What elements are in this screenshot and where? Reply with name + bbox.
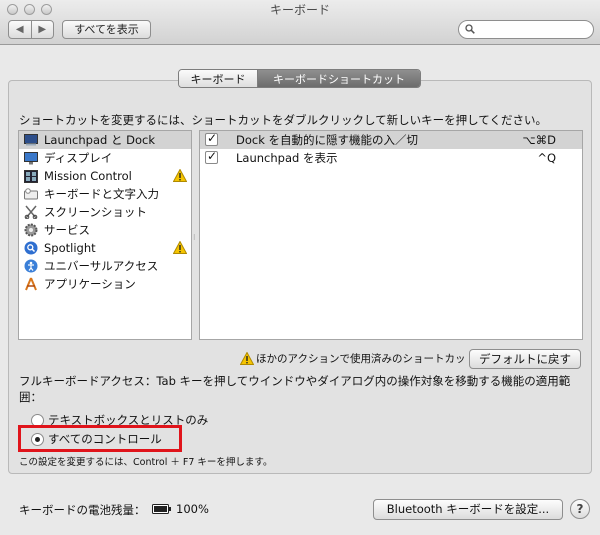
tab-bar: キーボード キーボードショートカット [178,69,421,88]
instruction-text: ショートカットを変更するには、ショートカットをダブルクリックして新しいキーを押し… [19,113,547,127]
shortcut-key[interactable]: ^Q [537,151,556,165]
shortcut-key[interactable]: ⌥⌘D [522,133,556,147]
battery-icon [152,504,171,514]
category-label: Spotlight [44,241,96,255]
search-icon [465,24,475,34]
window-title: キーボード [269,3,330,17]
category-label: ディスプレイ [44,151,113,165]
category-label: Mission Control [44,169,132,183]
category-services[interactable]: サービス [19,221,191,239]
display-icon [24,151,38,165]
category-keyboard-input[interactable]: キーボードと文字入力 [19,185,191,203]
applications-icon [24,277,38,291]
back-forward-group: ◀ ▶ [8,20,54,39]
category-label: サービス [44,223,90,237]
category-screenshot[interactable]: スクリーンショット [19,203,191,221]
splitter-handle[interactable]: ⁝ [193,233,196,242]
forward-button[interactable]: ▶ [30,21,54,38]
conflict-note-text: ほかのアクションで使用済みのショートカット [256,353,476,365]
mission-control-icon [24,169,38,183]
highlight-annotation-box [18,425,182,452]
category-applications[interactable]: アプリケーション [19,275,191,293]
category-label: スクリーンショット [44,205,147,219]
category-display[interactable]: ディスプレイ [19,149,191,167]
universal-access-icon [24,259,38,273]
battery-level: 100% [176,502,209,516]
keyboard-icon [24,187,38,201]
forward-arrow-icon: ▶ [38,24,47,35]
tab-keyboard-shortcuts[interactable]: キーボードショートカット [258,70,420,87]
warning-icon [240,352,254,365]
shortcut-list: Dock を自動的に隠す機能の入／切 ⌥⌘D Launchpad を表示 ^Q [199,130,583,340]
shortcut-label: Launchpad を表示 [236,151,338,165]
shortcut-row[interactable]: Dock を自動的に隠す機能の入／切 ⌥⌘D [200,131,582,149]
warning-icon [173,241,187,254]
launchpad-dock-icon [24,133,38,147]
category-mission-control[interactable]: Mission Control [19,167,191,185]
category-universal-access[interactable]: ユニバーサルアクセス [19,257,191,275]
shortcut-checkbox[interactable] [205,149,218,164]
shortcut-row[interactable]: Launchpad を表示 ^Q [200,149,582,167]
restore-defaults-button[interactable]: デフォルトに戻す [469,349,581,369]
category-spotlight[interactable]: Spotlight [19,239,191,257]
full-keyboard-access-description: フルキーボードアクセス：Tab キーを押してウインドウやダイアログ内の操作対象を… [19,374,571,404]
spotlight-icon [24,241,38,255]
services-gear-icon [24,223,38,237]
show-all-button[interactable]: すべてを表示 [62,20,151,39]
category-label: アプリケーション [44,277,136,291]
category-launchpad-dock[interactable]: Launchpad と Dock [19,131,191,149]
shortcut-checkbox[interactable] [205,131,218,146]
conflict-note: ほかのアクションで使用済みのショートカット [240,351,476,366]
help-button[interactable]: ? [570,499,590,519]
back-arrow-icon: ◀ [15,24,24,35]
category-label: ユニバーサルアクセス [44,259,159,273]
battery-label: キーボードの電池残量： [19,503,146,517]
category-label: Launchpad と Dock [44,133,155,147]
warning-icon [173,169,187,182]
search-input[interactable] [458,20,594,39]
window-titlebar: キーボード ◀ ▶ すべてを表示 [0,0,600,45]
category-label: キーボードと文字入力 [44,187,159,201]
category-list: Launchpad と Dock ディスプレイ Mission Control … [18,130,192,340]
screenshot-icon [24,205,38,219]
back-button[interactable]: ◀ [9,21,31,38]
keyboard-hint: この設定を変更するには、Control ＋ F7 キーを押します。 [19,457,273,468]
shortcut-label: Dock を自動的に隠す機能の入／切 [236,133,419,147]
tab-keyboard[interactable]: キーボード [179,70,258,87]
setup-bluetooth-keyboard-button[interactable]: Bluetooth キーボードを設定... [373,499,563,520]
